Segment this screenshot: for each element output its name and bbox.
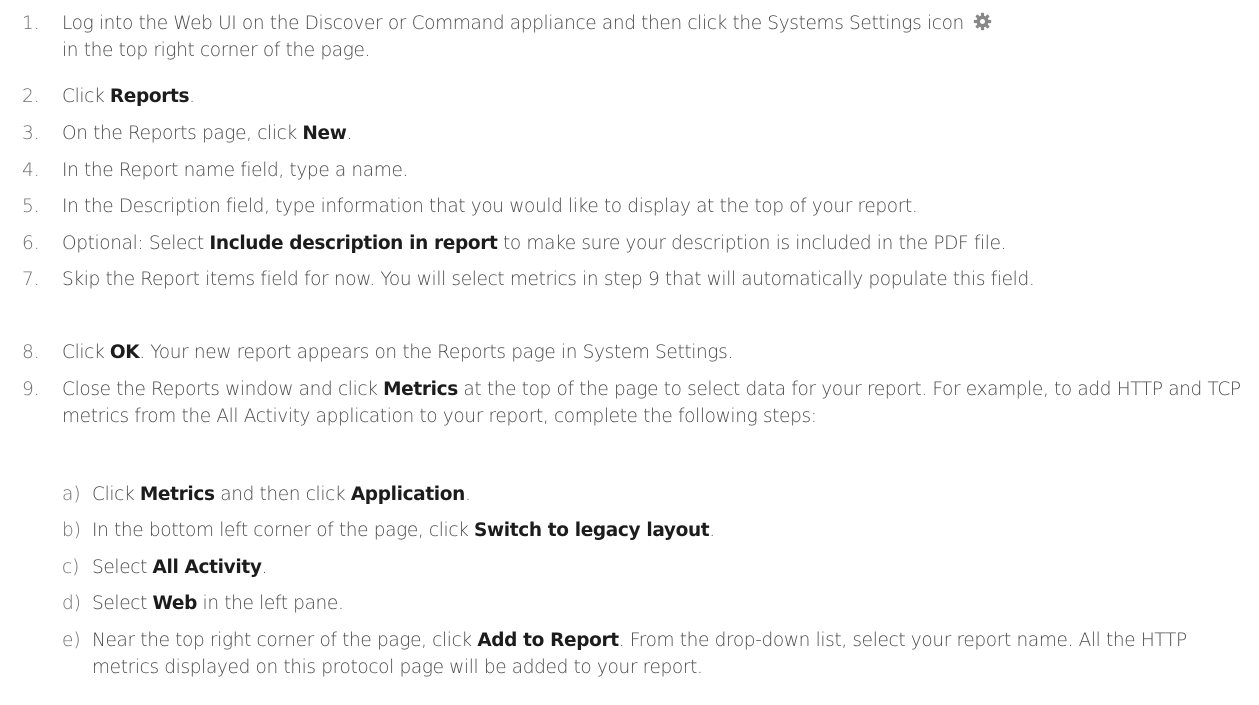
substep-letter: b): [62, 520, 81, 541]
bold-term: Reports: [109, 86, 190, 107]
step-text: Skip the Report items field for now. You…: [62, 269, 1035, 290]
gear-icon: [973, 12, 992, 31]
step-number: 4.: [22, 160, 40, 181]
bold-term: OK: [109, 342, 140, 363]
bold-term: Add to Report: [477, 630, 619, 651]
step-text: On the Reports page, click New.: [62, 123, 352, 144]
substep-text: Near the top right corner of the page, c…: [92, 630, 1187, 678]
step-text: Log into the Web UI on the Discover or C…: [62, 10, 1254, 64]
step-text: Click Reports.: [62, 86, 195, 107]
step-number: 3.: [22, 123, 40, 144]
substep-letter: e): [62, 630, 81, 651]
step-number: 7.: [22, 269, 40, 290]
instructions-document: 1. Log into the Web UI on the Discover o…: [0, 0, 1259, 705]
bold-term: New: [302, 123, 347, 144]
step-number: 5.: [22, 196, 40, 217]
step-number: 9.: [22, 379, 40, 400]
substep-letter: c): [62, 557, 80, 578]
step-number: 8.: [22, 342, 40, 363]
bold-term: All Activity: [152, 557, 262, 578]
step-number: 2.: [22, 86, 40, 107]
substep-text: In the bottom left corner of the page, c…: [92, 520, 715, 541]
bold-term: Switch to legacy layout: [474, 520, 710, 541]
bold-term: Metrics: [139, 484, 215, 505]
bold-term: Web: [152, 593, 198, 614]
step-text: Close the Reports window and click Metri…: [62, 379, 1241, 427]
step-text: In the Report name field, type a name.: [62, 160, 409, 181]
substep-text: Click Metrics and then click Application…: [92, 484, 471, 505]
step-number: 1.: [22, 13, 40, 34]
bold-term: Application: [350, 484, 466, 505]
step-number: 6.: [22, 233, 40, 254]
substep-text: Select Web in the left pane.: [92, 593, 344, 614]
step-text: In the Description field, type informati…: [62, 196, 918, 217]
substep-letter: d): [62, 593, 81, 614]
substep-letter: a): [62, 484, 81, 505]
bold-term: Metrics: [383, 379, 458, 400]
substep-text: Select All Activity.: [92, 557, 268, 578]
step-text: Optional: Select Include description in …: [62, 233, 1007, 254]
step-text: Click OK. Your new report appears on the…: [62, 342, 733, 363]
bold-term: Include description in report: [209, 233, 498, 254]
